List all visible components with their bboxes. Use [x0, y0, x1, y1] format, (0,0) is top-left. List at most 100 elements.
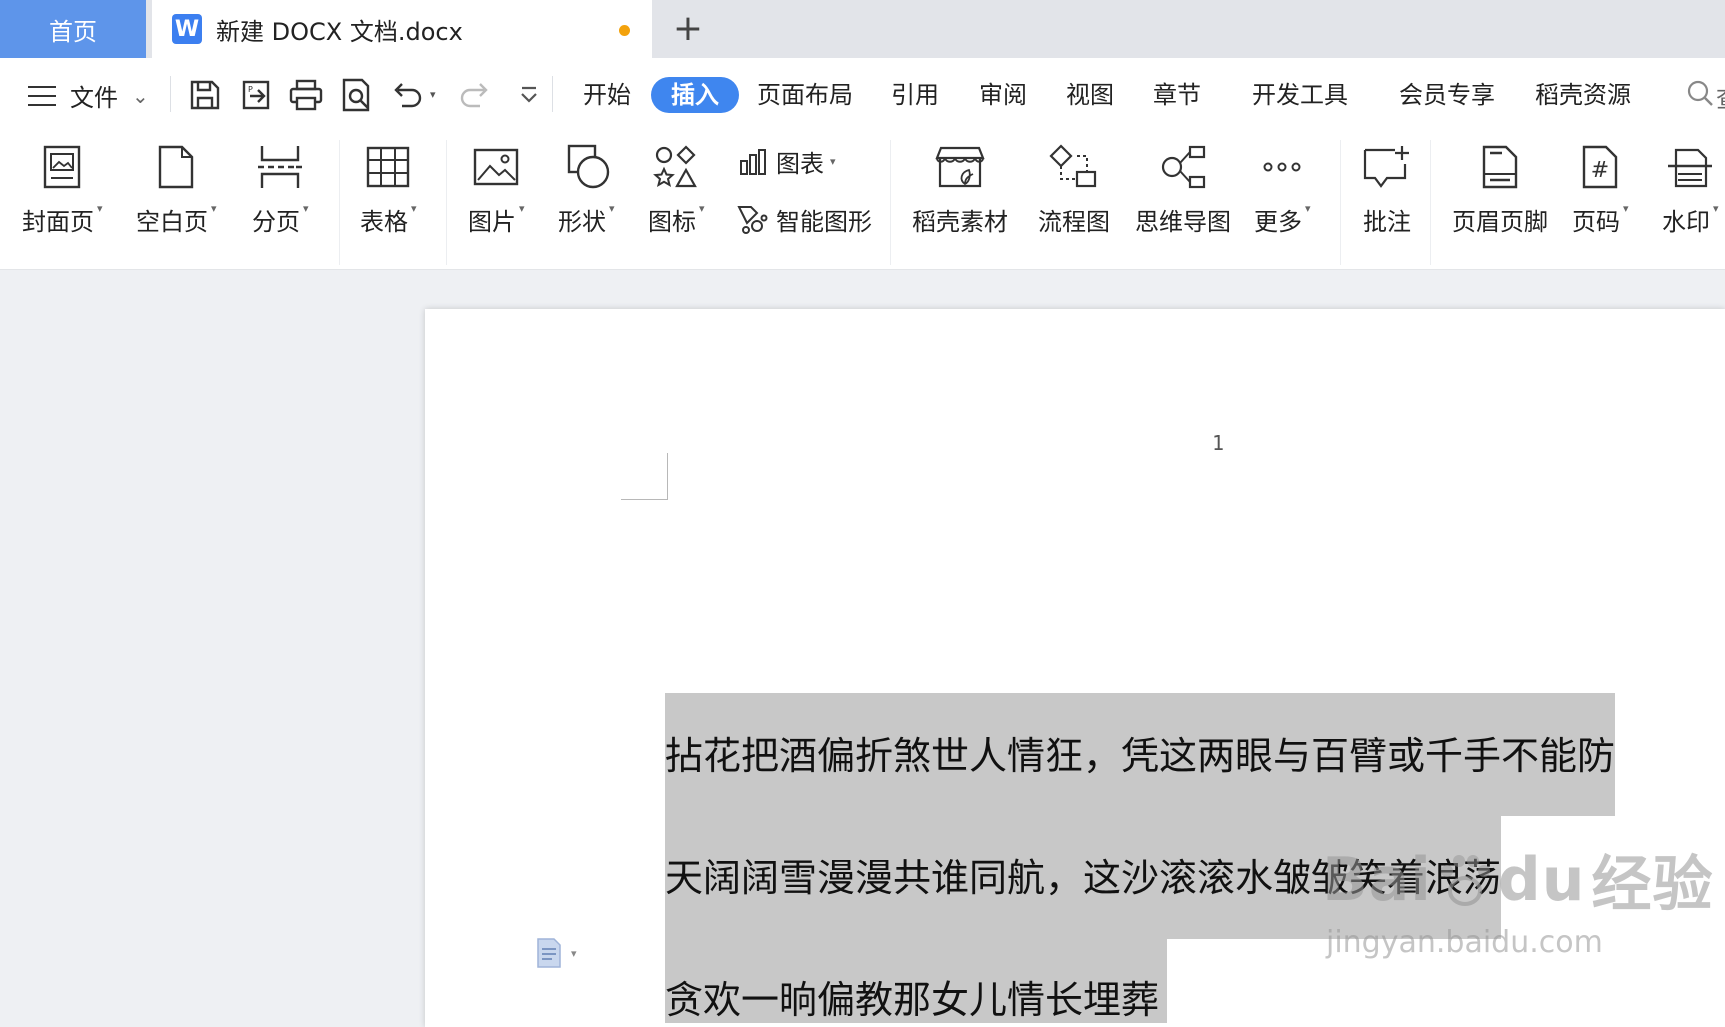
separator [1430, 140, 1431, 265]
material-store-icon [935, 146, 985, 188]
separator [446, 140, 447, 265]
mind-map-label: 思维导图 [1135, 208, 1231, 236]
more-icon [1263, 162, 1301, 172]
document-title: 新建 DOCX 文档.docx [216, 17, 463, 46]
tab-document[interactable]: W 新建 DOCX 文档.docx [152, 0, 652, 58]
comment-label: 批注 [1363, 208, 1411, 236]
ribbon-insert: 封面页 ▾ 空白页 ▾ 分页 ▾ 表格 ▾ 图片 ▾ 形状 ▾ 图标 ▾ 图表 ▾ 智能图形 稻… [0, 130, 1725, 270]
tab-home[interactable]: 首页 [0, 0, 146, 58]
file-menu-label: 文件 [70, 84, 118, 112]
tab-review[interactable]: 审阅 [979, 77, 1027, 113]
page-number: 1 [1212, 431, 1225, 455]
header-footer-icon [1482, 145, 1518, 189]
print-preview-icon[interactable] [338, 76, 376, 114]
hamburger-icon [28, 85, 56, 106]
print-icon[interactable] [287, 76, 325, 114]
blank-page-button[interactable]: 空白页 ▾ [136, 144, 217, 237]
tab-page-layout[interactable]: 页面布局 [757, 77, 853, 113]
page-break-label: 分页 [252, 208, 300, 236]
smart-art-icon [737, 205, 768, 234]
flowchart-label: 流程图 [1038, 208, 1110, 236]
page-number-icon: # [1583, 145, 1618, 189]
menu-bar: 文件 ⌄ P ▾ 开始 插入 页面布局 引用 审阅 视图 章节 开发工具 会员专… [0, 58, 1725, 130]
separator [339, 140, 340, 265]
shape-label: 形状 [558, 208, 606, 236]
more-button[interactable]: 更多 ▾ [1254, 144, 1311, 237]
flowchart-button[interactable]: 流程图 [1038, 144, 1110, 237]
undo-dropdown-icon[interactable]: ▾ [430, 88, 436, 101]
watermark-label: 水印 [1662, 208, 1710, 236]
page-number-button[interactable]: # 页码 ▾ [1572, 144, 1629, 237]
baidu-jingyan-watermark: Bai du 经验 jingyan.baidu.com [1322, 844, 1714, 961]
mind-map-icon [1161, 145, 1206, 189]
chevron-down-icon: ⌄ [132, 83, 149, 108]
picture-button[interactable]: 图片 ▾ [468, 144, 525, 237]
table-button[interactable]: 表格 ▾ [360, 144, 417, 237]
search-label[interactable]: 查 [1716, 79, 1725, 114]
icon-button[interactable]: 图标 ▾ [648, 144, 705, 237]
unsaved-indicator-icon [619, 25, 630, 36]
paragraph-icon [537, 938, 561, 968]
icons-library-icon [653, 145, 698, 188]
icon-label: 图标 [648, 208, 696, 236]
separator [552, 76, 553, 112]
tab-member[interactable]: 会员专享 [1399, 77, 1495, 113]
more-label: 更多 [1254, 208, 1302, 236]
tab-docer-resources[interactable]: 稻壳资源 [1535, 77, 1631, 113]
separator [1340, 140, 1341, 265]
header-footer-label: 页眉页脚 [1452, 208, 1548, 236]
paragraph-layout-button[interactable]: ▾ [535, 937, 577, 969]
search-icon[interactable] [1685, 78, 1717, 110]
document-line[interactable]: 贪欢一晌偏教那女儿情长埋葬 [665, 969, 1159, 1024]
cover-page-label: 封面页 [22, 208, 94, 236]
table-icon [367, 146, 410, 188]
tab-developer[interactable]: 开发工具 [1252, 77, 1348, 113]
watermark-button[interactable]: 水印 ▾ [1662, 144, 1719, 237]
document-canvas: 1 拈花把酒偏折煞世人情狂，凭这两眼与百臂或千手不能防 天阔阔雪漫漫共谁同航，这… [0, 271, 1725, 1027]
header-footer-button[interactable]: 页眉页脚 [1452, 144, 1548, 237]
blank-page-label: 空白页 [136, 208, 208, 236]
smart-art-button[interactable]: 智能图形 [736, 202, 872, 237]
comment-button[interactable]: 批注 [1362, 144, 1412, 237]
comment-icon [1363, 146, 1409, 188]
tab-view[interactable]: 视图 [1066, 77, 1114, 113]
picture-icon [474, 148, 519, 186]
separator [890, 140, 891, 265]
page-number-label: 页码 [1572, 208, 1620, 236]
document-line[interactable]: 拈花把酒偏折煞世人情狂，凭这两眼与百臂或千手不能防 [665, 725, 1615, 780]
cover-page-icon [44, 145, 81, 189]
tab-references[interactable]: 引用 [891, 77, 939, 113]
redo-icon[interactable] [456, 76, 494, 114]
page-break-button[interactable]: 分页 ▾ [252, 144, 309, 237]
margin-corner-mark [621, 453, 668, 500]
undo-icon[interactable] [388, 76, 426, 114]
mind-map-button[interactable]: 思维导图 [1135, 144, 1231, 237]
file-menu-button[interactable]: 文件 ⌄ [28, 78, 149, 113]
svg-text:P: P [248, 85, 253, 94]
tab-chapter[interactable]: 章节 [1153, 77, 1201, 113]
shape-button[interactable]: 形状 ▾ [558, 144, 615, 237]
wps-writer-icon: W [172, 14, 202, 44]
separator [170, 76, 171, 112]
tab-start[interactable]: 开始 [583, 77, 631, 113]
table-label: 表格 [360, 208, 408, 236]
page-break-icon [258, 146, 303, 188]
baidu-paw-logo-icon [1440, 854, 1490, 906]
chart-button[interactable]: 图表 ▾ [738, 144, 836, 179]
tab-insert[interactable]: 插入 [651, 77, 739, 113]
svg-text:#: # [1591, 158, 1609, 183]
new-tab-button[interactable]: + [668, 8, 708, 49]
watermark-icon [1668, 148, 1713, 188]
chart-icon [740, 148, 766, 175]
flowchart-icon [1049, 144, 1097, 188]
blank-page-icon [159, 145, 194, 189]
picture-label: 图片 [468, 208, 516, 236]
chart-label: 图表 [776, 150, 824, 178]
docer-material-label: 稻壳素材 [912, 208, 1008, 236]
save-icon[interactable] [186, 76, 224, 114]
cover-page-button[interactable]: 封面页 ▾ [22, 144, 103, 237]
shape-icon [568, 144, 610, 189]
export-icon[interactable]: P [238, 76, 276, 114]
customize-quick-access-icon[interactable] [510, 76, 548, 114]
docer-material-button[interactable]: 稻壳素材 [912, 144, 1008, 237]
